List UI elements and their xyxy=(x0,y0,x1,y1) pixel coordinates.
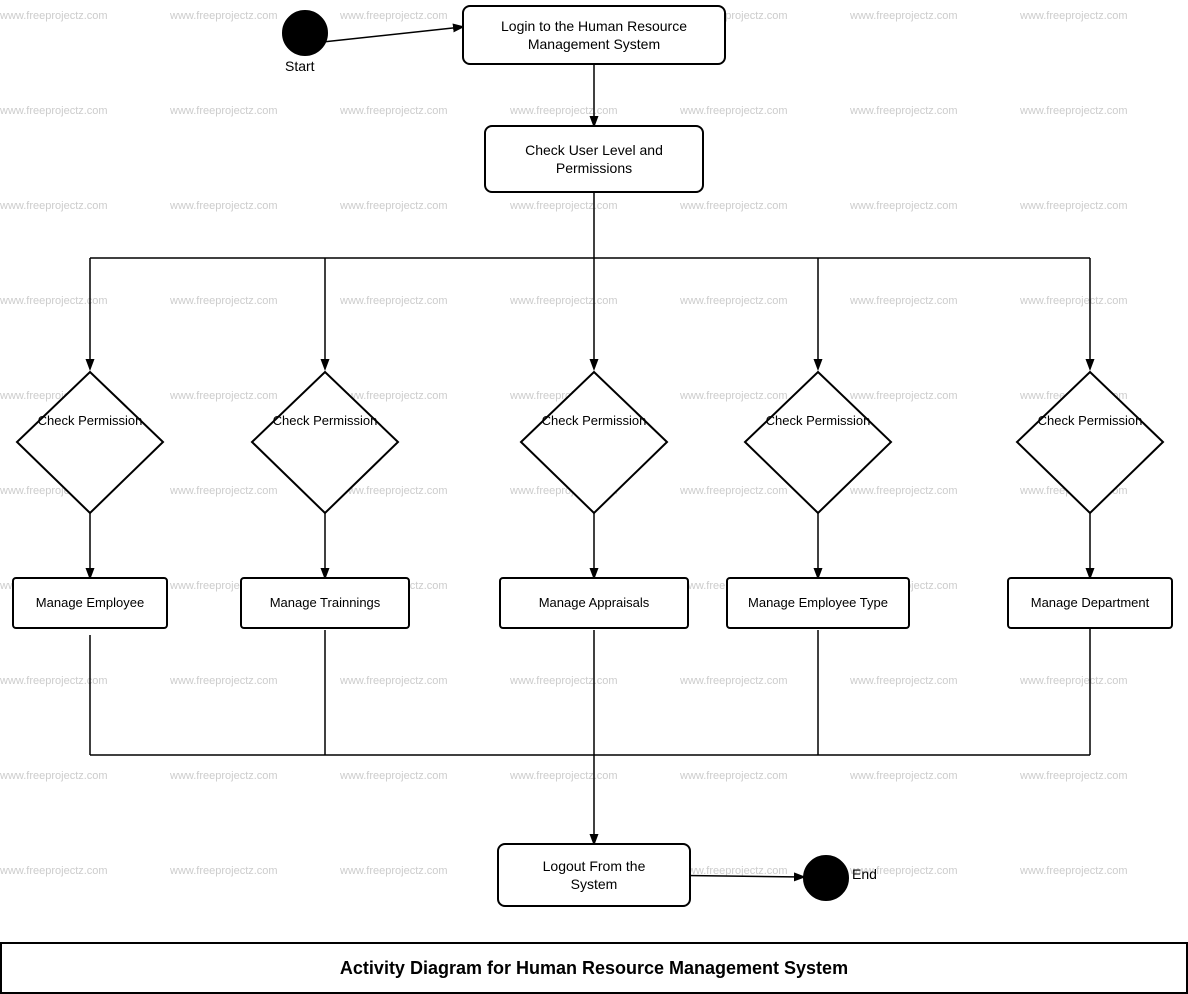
logout-box: Logout From the System xyxy=(497,843,691,907)
start-label: Start xyxy=(285,58,315,74)
diamond3 xyxy=(519,370,669,515)
manage-trainings-box: Manage Trainnings xyxy=(240,577,410,629)
footer-bar: Activity Diagram for Human Resource Mana… xyxy=(0,942,1188,994)
login-box: Login to the Human Resource Management S… xyxy=(462,5,726,65)
check-perm3-label: Check Permission xyxy=(519,412,669,430)
diamond5 xyxy=(1015,370,1165,515)
check-user-box: Check User Level and Permissions xyxy=(484,125,704,193)
end-label: End xyxy=(852,866,877,882)
manage-employee-box: Manage Employee xyxy=(12,577,168,629)
manage-appraisals-box: Manage Appraisals xyxy=(499,577,689,629)
check-perm1-label: Check Permission xyxy=(15,412,165,430)
end-circle xyxy=(803,855,849,901)
check-perm2-label: Check Permission xyxy=(250,412,400,430)
diagram-shapes: Start Login to the Human Resource Manage… xyxy=(0,0,1188,994)
diamond1 xyxy=(15,370,165,515)
footer-title: Activity Diagram for Human Resource Mana… xyxy=(340,958,848,979)
check-perm5-label: Check Permission xyxy=(1015,412,1165,430)
check-perm4-label: Check Permission xyxy=(743,412,893,430)
diamond2 xyxy=(250,370,400,515)
manage-employee-type-box: Manage Employee Type xyxy=(726,577,910,629)
start-circle xyxy=(282,10,328,56)
diamond4 xyxy=(743,370,893,515)
manage-department-box: Manage Department xyxy=(1007,577,1173,629)
